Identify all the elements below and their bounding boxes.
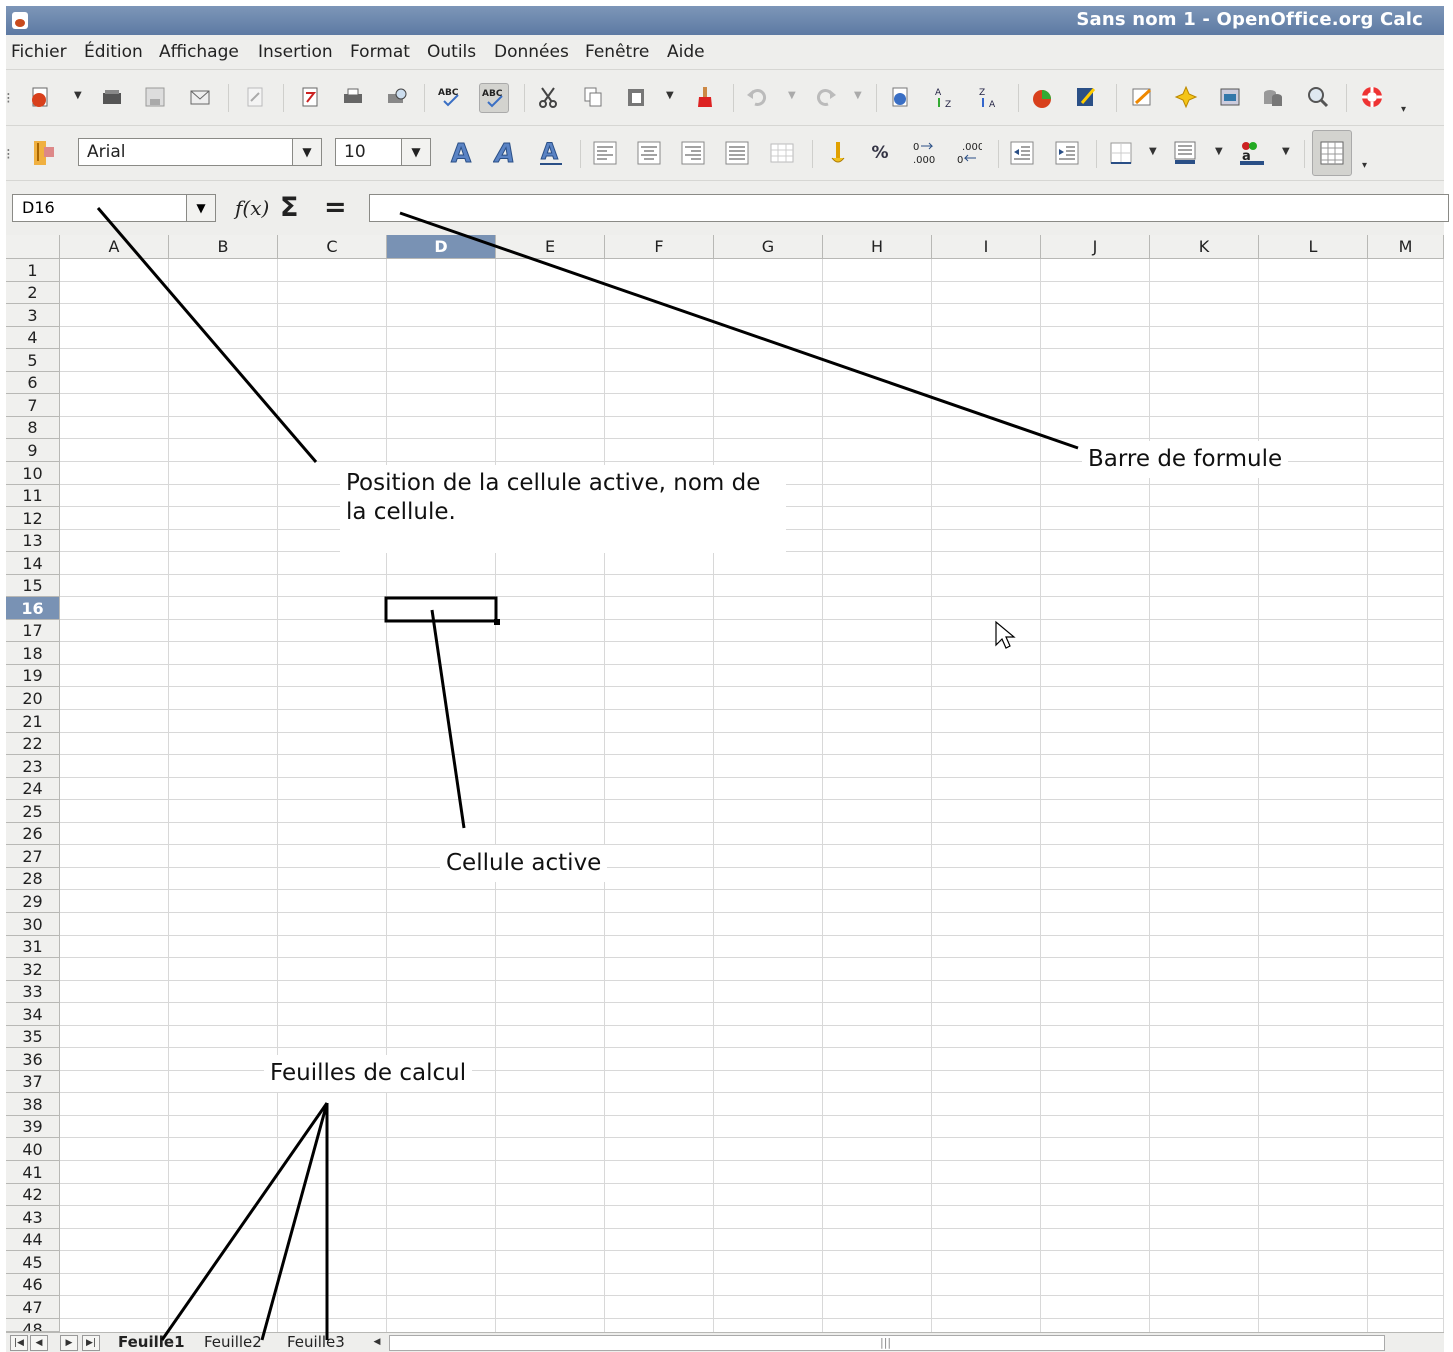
annotation-overlay bbox=[96, 207, 1079, 1341]
leader-line-active-cell bbox=[430, 609, 466, 829]
leader-line-formula-bar bbox=[399, 211, 1079, 450]
leader-line-cell-position bbox=[96, 207, 318, 463]
leader-line-sheet2 bbox=[260, 1102, 329, 1341]
active-cell-highlight[interactable] bbox=[384, 596, 498, 623]
mouse-pointer-icon bbox=[995, 620, 1016, 649]
fill-handle[interactable] bbox=[494, 619, 500, 625]
leader-line-sheet1 bbox=[160, 1102, 329, 1341]
